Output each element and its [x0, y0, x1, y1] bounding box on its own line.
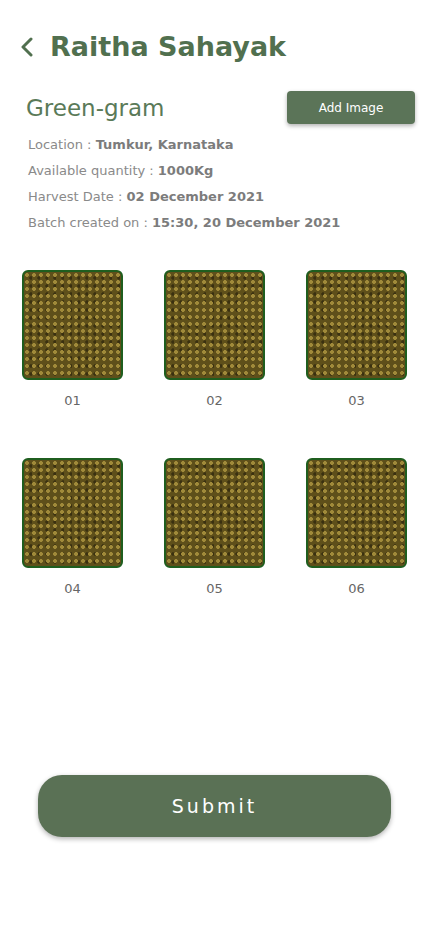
detail-value: 15:30, 20 December 2021 — [152, 215, 340, 230]
grain-photo[interactable] — [306, 458, 407, 568]
image-label: 04 — [64, 580, 81, 598]
back-button[interactable] — [20, 35, 38, 59]
grain-photo[interactable] — [306, 270, 407, 380]
image-cell: 06 — [306, 458, 407, 598]
back-chevron-icon — [20, 37, 34, 57]
image-label: 06 — [348, 580, 365, 598]
image-cell: 04 — [22, 458, 123, 598]
grain-photo[interactable] — [22, 270, 123, 380]
details: Location : Tumkur, KarnatakaAvailable qu… — [0, 132, 428, 236]
detail-line: Available quantity : 1000Kg — [28, 158, 428, 184]
crop-name: Green-gram — [26, 93, 165, 123]
image-grid: 01 02 03 04 05 06 — [0, 270, 428, 598]
detail-value: 1000Kg — [158, 163, 214, 178]
detail-value: 02 December 2021 — [127, 189, 265, 204]
image-cell: 03 — [306, 270, 407, 410]
detail-line: Harvest Date : 02 December 2021 — [28, 184, 428, 210]
image-cell: 02 — [164, 270, 265, 410]
add-image-button[interactable]: Add Image — [287, 91, 415, 124]
header: Raitha Sahayak — [0, 0, 428, 64]
image-cell: 05 — [164, 458, 265, 598]
submit-button[interactable]: Submit — [38, 775, 391, 837]
image-label: 01 — [64, 392, 81, 410]
image-cell: 01 — [22, 270, 123, 410]
detail-line: Location : Tumkur, Karnataka — [28, 132, 428, 158]
detail-line: Batch created on : 15:30, 20 December 20… — [28, 210, 428, 236]
title-row: Green-gram Add Image — [0, 91, 428, 124]
detail-value: Tumkur, Karnataka — [96, 137, 234, 152]
grain-photo[interactable] — [164, 458, 265, 568]
page: Raitha Sahayak Green-gram Add Image Locatio… — [0, 0, 428, 926]
image-label: 02 — [206, 392, 223, 410]
image-label: 03 — [348, 392, 365, 410]
grain-photo[interactable] — [22, 458, 123, 568]
image-label: 05 — [206, 580, 223, 598]
grain-photo[interactable] — [164, 270, 265, 380]
app-title: Raitha Sahayak — [50, 30, 286, 64]
